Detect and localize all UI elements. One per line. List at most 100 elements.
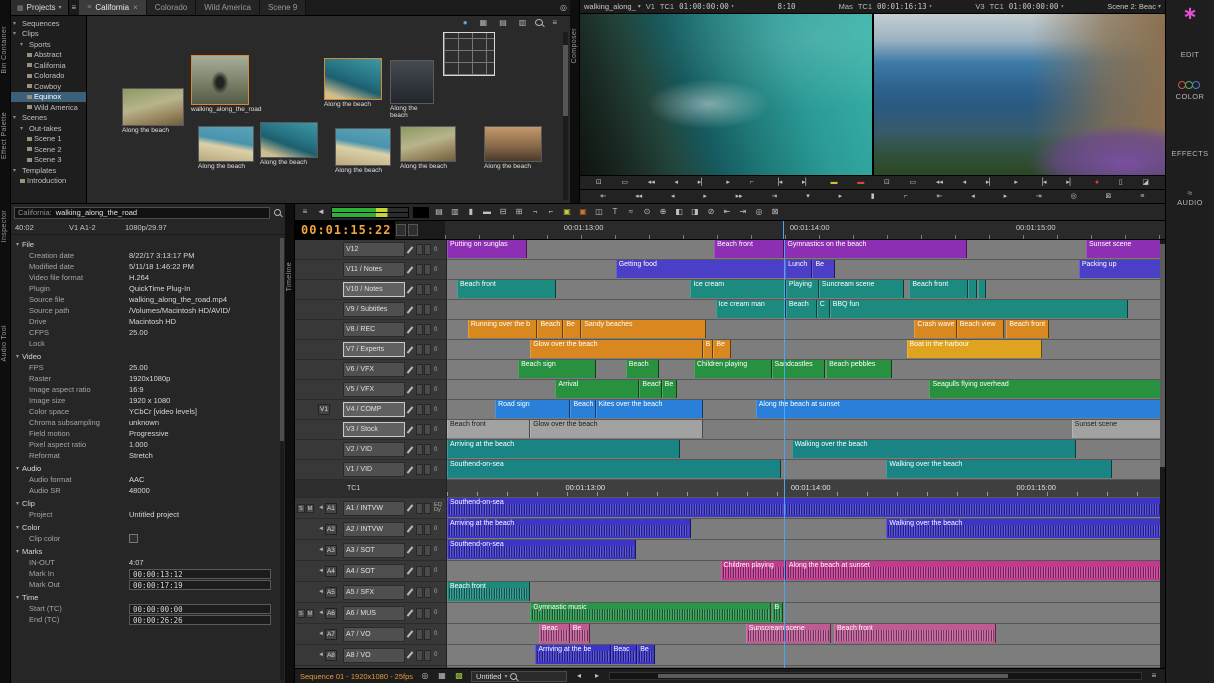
text-tool-icon[interactable]: T <box>609 208 621 216</box>
track-control-button[interactable] <box>424 503 431 514</box>
expand-arrow-icon[interactable]: ▾ <box>20 125 27 132</box>
clip-beach-front[interactable]: Beach front <box>909 280 967 298</box>
lane-a2[interactable]: Arriving at the beachWalking over the be… <box>447 519 1165 540</box>
lane-v5[interactable]: ArrivalBeachBeSeagulls flying overhead <box>447 380 1165 400</box>
clip-walking-over-the-beach[interactable]: Walking over the beach <box>886 519 1165 538</box>
workspace-audio-button[interactable]: AUDIO <box>1177 198 1203 207</box>
composer-menu-icon[interactable]: ≡ <box>1140 193 1144 200</box>
track-name-button[interactable]: V10 / Notes <box>343 282 405 297</box>
clip-segment[interactable] <box>978 280 987 298</box>
lane-v6[interactable]: Beach signBeachChildren playingSandcastl… <box>447 360 1165 380</box>
pencil-icon[interactable] <box>406 385 415 395</box>
zoom-fwd-icon[interactable]: ⇥ <box>737 208 749 216</box>
track-control-button[interactable] <box>424 284 431 295</box>
track-control-button[interactable] <box>416 464 423 475</box>
track-patch-button[interactable]: A5 <box>325 587 337 598</box>
track-control-button[interactable] <box>424 364 431 375</box>
track-control-button[interactable] <box>424 264 431 275</box>
clip-glow-over-the-beach[interactable]: Glow over the beach <box>530 340 702 358</box>
pencil-icon[interactable] <box>406 524 415 534</box>
collapse-arrow-icon[interactable]: ▾ <box>16 465 19 472</box>
goto-next-edit-icon[interactable]: ▸▏ <box>698 179 707 186</box>
track-name-button[interactable]: V3 / Stock <box>343 422 405 437</box>
track-name-button[interactable]: V6 / VFX <box>343 362 405 377</box>
tab-scene-9[interactable]: Scene 9 <box>260 0 306 15</box>
speaker-icon[interactable]: ◄ <box>318 610 324 616</box>
bin-container-tab[interactable]: Bin Container <box>1 26 8 74</box>
expand-arrow-icon[interactable]: ▾ <box>13 114 20 121</box>
record-clip-dropdown[interactable]: Scene 2: Beac ▾ <box>1107 2 1161 11</box>
clip-be[interactable]: Be <box>563 320 581 338</box>
pencil-icon[interactable] <box>406 265 415 275</box>
track-control-button[interactable] <box>424 650 431 661</box>
track-control-button[interactable] <box>424 304 431 315</box>
fast-forward-icon[interactable]: ▸▸ <box>736 193 743 200</box>
clip-gymnastic-music[interactable]: Gymnastic music <box>530 603 771 622</box>
track-control-button[interactable] <box>416 364 423 375</box>
clip-beach-pebbles[interactable]: Beach pebbles <box>826 360 892 378</box>
keyframe-icon[interactable]: ⊕ <box>657 208 669 216</box>
track-control-button[interactable] <box>424 424 431 435</box>
collapse-arrow-icon[interactable]: ▾ <box>16 594 19 601</box>
workspace-edit-button[interactable]: EDIT <box>1181 50 1200 59</box>
master-timecode[interactable]: 00:01:16:13 ▾ <box>877 2 932 11</box>
record-icon[interactable]: ● <box>1095 179 1099 186</box>
track-control-button[interactable] <box>424 566 431 577</box>
track-name-button[interactable]: A7 / VO <box>343 627 405 642</box>
clip-southend-on-sea[interactable]: Southend-on-sea <box>447 498 1165 517</box>
clip-ice-cream[interactable]: Ice cream <box>690 280 785 298</box>
clip-putting-on-sunglas[interactable]: Putting on sunglas <box>447 240 527 258</box>
track-control-button[interactable] <box>416 244 423 255</box>
track-control-button[interactable] <box>416 587 423 598</box>
expand-arrow-icon[interactable]: ▾ <box>13 20 20 27</box>
track-control-button[interactable] <box>416 264 423 275</box>
media-composer-logo-icon[interactable]: ∗ <box>1182 4 1197 22</box>
track-name-button[interactable]: V9 / Subtitles <box>343 302 405 317</box>
expand-arrow-icon[interactable]: ▾ <box>13 167 20 174</box>
clip-be[interactable]: Be <box>570 624 590 643</box>
gang-icon[interactable]: ⊠ <box>1106 193 1112 200</box>
pencil-icon[interactable] <box>406 465 415 475</box>
pencil-icon[interactable] <box>406 545 415 555</box>
master-tc-type[interactable]: TC1 <box>858 2 872 11</box>
speaker-icon[interactable]: ◄ <box>318 547 324 553</box>
clip-southend-on-sea[interactable]: Southend-on-sea <box>447 460 781 478</box>
track-name-button[interactable]: A6 / MUS <box>343 606 405 621</box>
lane-v10[interactable]: Beach frontIce creamPlayingSuncream scen… <box>447 280 1165 300</box>
pencil-icon[interactable] <box>406 629 415 639</box>
pencil-icon[interactable] <box>406 445 415 455</box>
clip-beach[interactable]: Beach <box>626 360 659 378</box>
collapse-arrow-icon[interactable]: ▾ <box>16 500 19 507</box>
timeline-vertical-scrollbar[interactable] <box>1160 240 1165 668</box>
step-fwd-1-icon[interactable]: ▸ <box>703 193 707 200</box>
expand-arrow-icon[interactable]: ▾ <box>13 30 20 37</box>
track-name-button[interactable]: V7 / Experts <box>343 342 405 357</box>
track-control-button[interactable] <box>416 384 423 395</box>
zoom-back-icon[interactable]: ⇤ <box>721 208 733 216</box>
track-control-button[interactable] <box>424 444 431 455</box>
pencil-icon[interactable] <box>406 566 415 576</box>
lane-a5[interactable]: Beach front <box>447 582 1165 603</box>
track-patch-button[interactable]: A8 <box>325 650 337 661</box>
clip-sandcastles[interactable]: Sandcastles <box>772 360 825 378</box>
step-back-1-icon[interactable]: ◂ <box>671 193 675 200</box>
source-clip-dropdown[interactable]: walking_along_ ▾ <box>584 2 641 11</box>
tab-california[interactable]: ≡California× <box>79 0 147 15</box>
down-arrow-icon[interactable]: ▾ <box>806 193 810 200</box>
mark-out-icon[interactable]: ▬ <box>857 179 864 186</box>
splice-in-icon[interactable]: ▮ <box>465 208 477 216</box>
trim-tool-icon[interactable]: ⊟ <box>497 208 509 216</box>
clip-c[interactable]: C <box>817 300 830 318</box>
tree-item-california[interactable]: California <box>11 60 86 71</box>
clip-color-checkbox[interactable] <box>129 534 138 543</box>
tree-item-equinox[interactable]: Equinox <box>11 92 86 103</box>
timeline-fast-menu-icon[interactable]: ≡ <box>299 208 311 216</box>
extract-icon[interactable]: ⌐ <box>545 208 557 216</box>
composer-tab[interactable]: Composer <box>571 28 578 64</box>
lane-v8[interactable]: Running over the bBeachBeSandy beachesCr… <box>447 320 1165 340</box>
pencil-icon[interactable] <box>406 305 415 315</box>
pencil-icon[interactable] <box>406 503 415 513</box>
track-name-button[interactable]: V4 / COMP <box>343 402 405 417</box>
tree-item-scene-3[interactable]: Scene 3 <box>11 155 86 166</box>
track-control-button[interactable] <box>416 566 423 577</box>
